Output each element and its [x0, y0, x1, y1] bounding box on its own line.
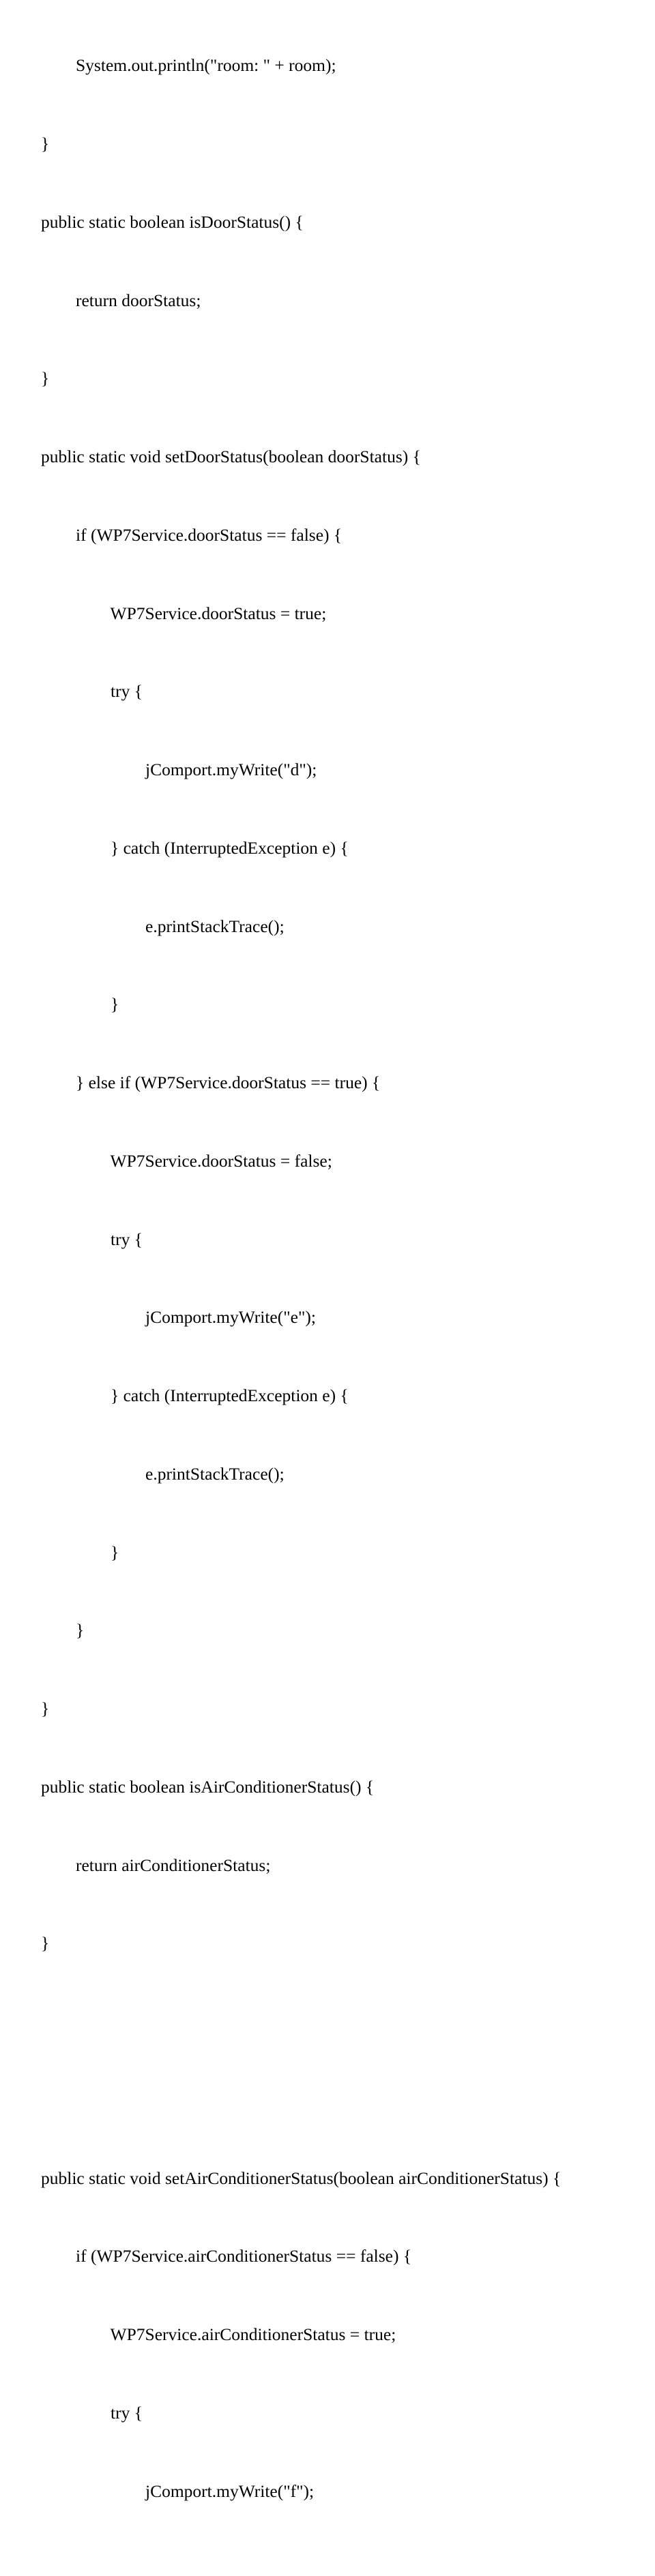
code-line: try {	[41, 2393, 614, 2432]
code-line: }	[41, 124, 614, 163]
code-line: e.printStackTrace();	[41, 1454, 614, 1493]
code-line: jComport.myWrite("e");	[41, 1298, 614, 1336]
code-line: WP7Service.airConditionerStatus = true;	[41, 2315, 614, 2354]
code-line: } catch (InterruptedException e) {	[41, 828, 614, 867]
code-line: }	[41, 359, 614, 398]
code-line: }	[41, 1923, 614, 1962]
code-line: public static boolean isDoorStatus() {	[41, 203, 614, 241]
code-line: WP7Service.doorStatus = true;	[41, 594, 614, 633]
code-line: e.printStackTrace();	[41, 907, 614, 946]
code-line	[41, 2080, 614, 2119]
code-line: WP7Service.doorStatus = false;	[41, 1141, 614, 1180]
code-line: public static void setAirConditionerStat…	[41, 2159, 614, 2198]
code-line: public static boolean isAirConditionerSt…	[41, 1767, 614, 1806]
code-line: }	[41, 1533, 614, 1572]
code-line: public static void setDoorStatus(boolean…	[41, 437, 614, 476]
code-line: return doorStatus;	[41, 281, 614, 320]
code-line: if (WP7Service.airConditionerStatus == f…	[41, 2236, 614, 2275]
code-block: System.out.println("room: " + room); } p…	[41, 7, 614, 2576]
code-line: }	[41, 1689, 614, 1728]
page-content: System.out.println("room: " + room); } p…	[0, 0, 655, 2576]
code-line	[41, 2002, 614, 2041]
code-line: }	[41, 985, 614, 1023]
code-line: try {	[41, 672, 614, 710]
code-line: jComport.myWrite("d");	[41, 750, 614, 789]
code-line: System.out.println("room: " + room);	[41, 46, 614, 85]
code-line: try {	[41, 1220, 614, 1259]
code-line: }	[41, 1611, 614, 1649]
code-line: } else if (WP7Service.doorStatus == true…	[41, 1063, 614, 1102]
code-line: if (WP7Service.doorStatus == false) {	[41, 515, 614, 554]
code-line: jComport.myWrite("f");	[41, 2472, 614, 2511]
code-line: } catch (InterruptedException e) {	[41, 1376, 614, 1415]
code-line: return airConditionerStatus;	[41, 1846, 614, 1885]
